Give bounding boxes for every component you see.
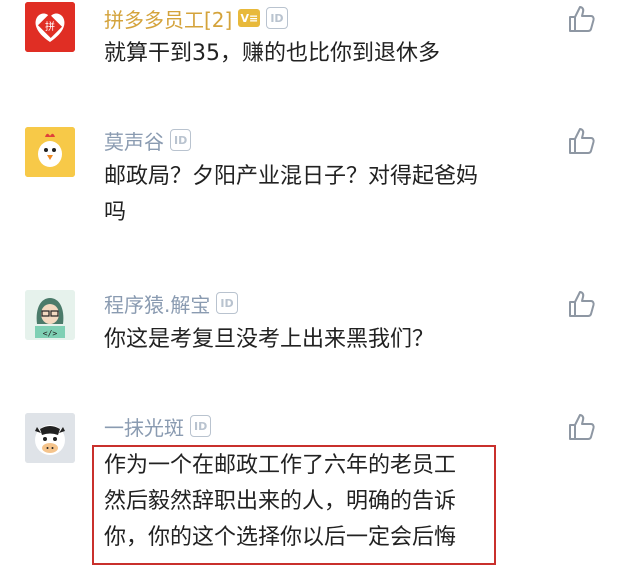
svg-text:</>: </> <box>43 329 58 338</box>
name-row: 程序猿.解宝 ID <box>104 289 238 317</box>
chicken-avatar-icon <box>25 127 75 177</box>
comment-text: 就算干到35，赚的也比你到退休多 <box>104 36 440 72</box>
avatar[interactable] <box>25 127 75 177</box>
vip-badge: V≡ <box>238 9 261 27</box>
comment-text-line: 你这是考复旦没考上出来黑我们？ <box>104 327 435 352</box>
thumbs-up-icon[interactable] <box>566 289 596 319</box>
avatar[interactable]: </> <box>25 290 75 340</box>
id-badge: ID <box>170 129 192 151</box>
avatar[interactable] <box>25 413 75 463</box>
thumbs-up-icon[interactable] <box>566 4 596 34</box>
programmer-avatar-icon: </> <box>25 290 75 340</box>
cow-avatar-icon <box>25 413 75 463</box>
comment-text: 邮政局？夕阳产业混日子？对得起爸妈 吗 <box>104 159 478 231</box>
username[interactable]: 程序猿.解宝 <box>104 289 210 318</box>
thumbs-up-icon[interactable] <box>566 412 596 442</box>
name-row: 拼多多员工[2] V≡ ID <box>104 4 288 32</box>
id-badge: ID <box>190 415 212 437</box>
comment-text-line: 吗 <box>104 200 127 225</box>
username[interactable]: 一抹光斑 <box>104 412 184 441</box>
comment-text: 你这是考复旦没考上出来黑我们？ <box>104 322 434 358</box>
name-row: 莫声谷 ID <box>104 126 192 155</box>
username[interactable]: 拼多多员工[2] <box>104 4 232 33</box>
highlight-box <box>92 445 496 565</box>
avatar[interactable]: 拼 <box>25 2 75 52</box>
comment-text-line: 就算干到35，赚的也比你到退休多 <box>104 41 440 66</box>
pinduoduo-logo-icon: 拼 <box>25 2 75 52</box>
thumbs-up-icon[interactable] <box>566 126 596 156</box>
id-badge: ID <box>266 7 288 29</box>
svg-text:拼: 拼 <box>45 20 55 33</box>
comment-text-line: 邮政局？夕阳产业混日子？对得起爸妈 <box>104 164 479 189</box>
name-row: 一抹光斑 ID <box>104 412 212 441</box>
id-badge: ID <box>216 292 238 314</box>
username[interactable]: 莫声谷 <box>104 126 164 155</box>
